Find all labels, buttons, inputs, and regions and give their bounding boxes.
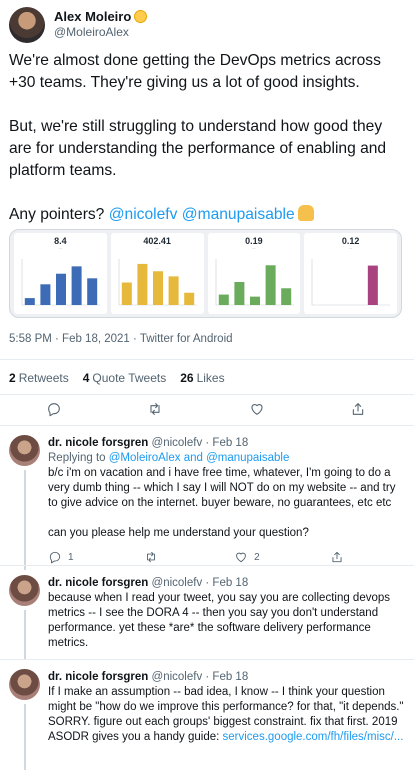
quote-tweets-stat[interactable]: 4 Quote Tweets <box>83 371 167 385</box>
pointers-text: Any pointers? <box>9 206 105 223</box>
reply-handle-date[interactable]: @nicolefv · Feb 18 <box>152 671 249 683</box>
thread-line <box>24 704 26 770</box>
reply-author-name[interactable]: dr. nicole forsgren <box>48 671 148 683</box>
tweet-actions <box>46 401 366 417</box>
author-avatar[interactable] <box>9 7 45 43</box>
reply-text: because when I read your tweet, you say … <box>48 591 406 651</box>
likes-label: Likes <box>196 371 225 385</box>
likes-count: 26 <box>180 371 194 385</box>
chart-bar <box>152 271 163 305</box>
reply-text: If I make an assumption -- bad idea, I k… <box>48 685 406 745</box>
tweet-text: We're almost done getting the DevOps met… <box>9 50 405 226</box>
reply-tweet[interactable]: dr. nicole forsgren @nicolefv · Feb 18 b… <box>0 566 414 660</box>
quotes-count: 4 <box>82 371 90 385</box>
share-icon[interactable] <box>330 550 344 564</box>
reply-icon[interactable] <box>48 550 62 564</box>
retweets-stat[interactable]: 2 Retweets <box>9 371 69 385</box>
retweet-icon[interactable] <box>147 401 163 417</box>
tweet-paragraph-2: But, we're still struggling to understan… <box>9 118 387 179</box>
reply-author-avatar[interactable] <box>9 575 40 606</box>
dashboard-panel-change-failure-rate: 0.19 — <box>207 233 301 314</box>
divider <box>0 394 414 395</box>
likes-stat[interactable]: 26 Likes <box>180 371 224 385</box>
tweet-stats: 2 Retweets 4 Quote Tweets 26 Likes <box>9 371 225 385</box>
like-icon[interactable] <box>234 550 248 564</box>
replying-to: Replying to @MoleiroAlex and @manupaisab… <box>48 451 406 465</box>
panel-value: 0.19 <box>245 236 263 246</box>
chart-bar <box>87 278 98 305</box>
tweet-paragraph-3: Any pointers? @nicolefv @manupaisable <box>9 204 405 226</box>
chart-bar <box>121 282 132 305</box>
dashboard-panel-lead-time: 402.41 — <box>110 233 204 314</box>
reply-tweet[interactable]: dr. nicole forsgren @nicolefv · Feb 18 R… <box>0 426 414 574</box>
tweet-timestamp[interactable]: 5:58 PM · Feb 18, 2021 · Twitter for And… <box>9 333 233 345</box>
folded-hands-emoji-icon <box>297 205 314 221</box>
chart-bar <box>24 298 35 305</box>
chart-bar <box>71 266 82 305</box>
smiling-face-emoji-icon <box>134 10 148 23</box>
reply-author-name[interactable]: dr. nicole forsgren <box>48 577 148 589</box>
replying-to-prefix: Replying to <box>48 452 106 464</box>
chart-bar <box>218 294 229 305</box>
retweet-icon[interactable] <box>144 550 158 564</box>
panel-value: 8.4 <box>54 236 67 246</box>
retweets-label: Retweets <box>18 371 69 385</box>
panel-label: — <box>252 246 256 250</box>
tweet-author[interactable]: Alex Moleiro @MoleiroAlex <box>9 7 148 43</box>
bar-chart <box>215 259 294 306</box>
panel-value: 402.41 <box>143 236 171 246</box>
reply-icon[interactable] <box>46 401 62 417</box>
reply-handle-date[interactable]: @nicolefv · Feb 18 <box>152 437 249 449</box>
mention-nicolefv[interactable]: @nicolefv <box>109 206 178 223</box>
replying-to-users[interactable]: @MoleiroAlex and @manupaisable <box>109 452 290 464</box>
tweet-image-dashboard[interactable]: 8.4 — 402.41 — 0.19 — 0.12 — <box>9 229 402 318</box>
chart-axis <box>311 259 391 306</box>
reply-paragraph: b/c i'm on vacation and i have free time… <box>48 467 396 509</box>
reply-handle-date[interactable]: @nicolefv · Feb 18 <box>152 577 249 589</box>
panel-label: — <box>58 246 62 250</box>
chart-bar <box>183 292 194 305</box>
chart-bar <box>368 265 379 305</box>
reply-paragraph: because when I read your tweet, you say … <box>48 592 391 649</box>
dashboard-panel-deployment-frequency: 8.4 — <box>14 233 107 314</box>
chart-bar <box>280 288 291 305</box>
chart-bar <box>249 296 260 305</box>
panel-value: 0.12 <box>341 236 360 246</box>
dashboard-panel-mttr: 0.12 — <box>304 233 397 314</box>
reply-text: b/c i'm on vacation and i have free time… <box>48 466 406 541</box>
chart-bar <box>137 263 148 305</box>
chart-bar <box>265 265 276 305</box>
bar-chart <box>118 259 197 306</box>
bar-chart <box>21 259 100 306</box>
like-count: 2 <box>254 551 260 563</box>
reply-author-name[interactable]: dr. nicole forsgren <box>48 437 148 449</box>
reply-author-avatar[interactable] <box>9 435 40 466</box>
panel-label: — <box>349 246 353 250</box>
panel-label: — <box>155 246 159 250</box>
thread-line <box>24 610 26 660</box>
thread-line <box>24 470 26 570</box>
reply-link[interactable]: services.google.com/fh/files/misc/... <box>223 731 404 743</box>
divider <box>0 359 414 360</box>
chart-bar <box>233 282 244 305</box>
author-handle[interactable]: @MoleiroAlex <box>54 25 147 40</box>
chart-bar <box>168 276 179 305</box>
reply-paragraph: can you please help me understand your q… <box>48 527 309 539</box>
reply-author-avatar[interactable] <box>9 669 40 700</box>
quotes-label: Quote Tweets <box>92 371 167 385</box>
author-name[interactable]: Alex Moleiro <box>54 9 131 24</box>
reply-tweet[interactable]: dr. nicole forsgren @nicolefv · Feb 18 I… <box>0 660 414 775</box>
mention-manupaisable[interactable]: @manupaisable <box>182 206 295 223</box>
retweets-count: 2 <box>9 371 16 385</box>
chart-bar <box>56 273 66 305</box>
tweet-paragraph-1: We're almost done getting the DevOps met… <box>9 52 381 91</box>
share-icon[interactable] <box>350 401 366 417</box>
reply-count: 1 <box>68 551 74 563</box>
reply-actions: 1 2 <box>48 550 344 564</box>
chart-bar <box>40 284 51 305</box>
like-icon[interactable] <box>249 401 265 417</box>
bar-chart <box>311 259 391 306</box>
